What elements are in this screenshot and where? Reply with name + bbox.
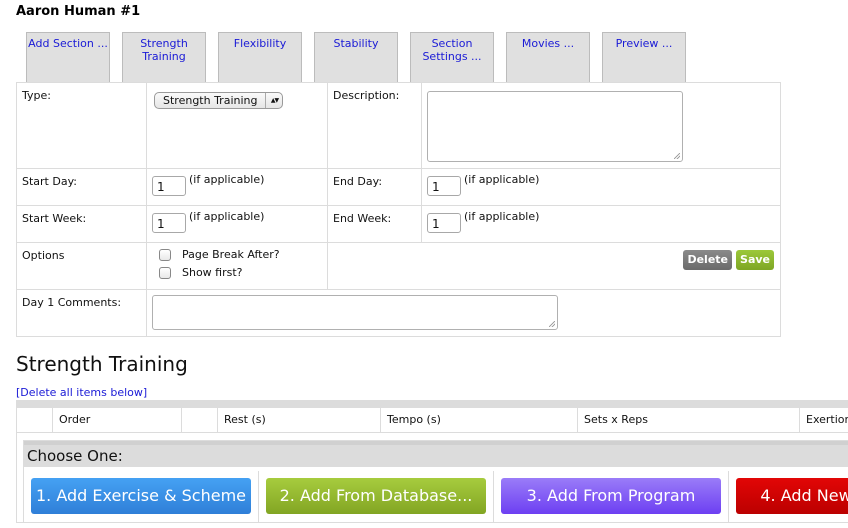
add-from-program-button[interactable]: 3. Add From Program bbox=[501, 478, 721, 514]
start-day-hint: (if applicable) bbox=[189, 173, 265, 186]
column-tempo: Tempo (s) bbox=[380, 408, 577, 432]
choose-one-label: Choose One: bbox=[24, 441, 848, 467]
start-week-hint: (if applicable) bbox=[189, 210, 265, 223]
tab-movies[interactable]: Movies ... bbox=[506, 32, 590, 82]
save-button[interactable]: Save bbox=[736, 250, 774, 270]
divider bbox=[728, 471, 729, 523]
description-textarea[interactable] bbox=[427, 91, 683, 162]
comments-label: Day 1 Comments: bbox=[22, 296, 122, 309]
add-new-button[interactable]: 4. Add New bbox=[736, 478, 848, 514]
column-handle bbox=[16, 408, 52, 432]
tab-flexibility[interactable]: Flexibility bbox=[218, 32, 302, 82]
page-break-label: Page Break After? bbox=[182, 248, 280, 261]
end-week-input[interactable]: 1 bbox=[427, 213, 461, 233]
comments-textarea[interactable] bbox=[152, 295, 558, 330]
choose-one-panel: Choose One: 1. Add Exercise & Scheme 2. … bbox=[23, 440, 848, 523]
show-first-label: Show first? bbox=[182, 266, 243, 279]
section-form: Type: Strength Training ▲▼ Description: … bbox=[16, 82, 781, 337]
add-from-database-button[interactable]: 2. Add From Database... bbox=[266, 478, 486, 514]
column-headers: Order Rest (s) Tempo (s) Sets x Reps Exe… bbox=[16, 408, 848, 433]
delete-all-link[interactable]: [Delete all items below] bbox=[16, 386, 147, 399]
select-arrows-icon: ▲▼ bbox=[265, 93, 282, 108]
add-exercise-scheme-button[interactable]: 1. Add Exercise & Scheme bbox=[31, 478, 251, 514]
type-select-value: Strength Training bbox=[163, 94, 258, 107]
start-week-input[interactable]: 1 bbox=[152, 213, 186, 233]
page-title: Aaron Human #1 bbox=[16, 4, 141, 19]
type-select[interactable]: Strength Training ▲▼ bbox=[154, 92, 284, 109]
column-sets-reps: Sets x Reps bbox=[577, 408, 799, 432]
tab-add-section[interactable]: Add Section ... bbox=[26, 32, 110, 82]
type-label: Type: bbox=[22, 89, 51, 102]
start-day-label: Start Day: bbox=[22, 175, 77, 188]
divider bbox=[493, 471, 494, 523]
delete-button[interactable]: Delete bbox=[683, 250, 733, 270]
column-rest: Rest (s) bbox=[217, 408, 380, 432]
end-day-hint: (if applicable) bbox=[464, 173, 540, 186]
end-week-label: End Week: bbox=[333, 212, 392, 225]
tab-strength-training[interactable]: Strength Training bbox=[122, 32, 206, 82]
start-week-label: Start Week: bbox=[22, 212, 87, 225]
start-day-input[interactable]: 1 bbox=[152, 176, 186, 196]
end-day-label: End Day: bbox=[333, 175, 383, 188]
end-week-hint: (if applicable) bbox=[464, 210, 540, 223]
tab-section-settings[interactable]: Section Settings ... bbox=[410, 32, 494, 82]
description-label: Description: bbox=[333, 89, 400, 102]
options-label: Options bbox=[22, 249, 65, 262]
tab-stability[interactable]: Stability bbox=[314, 32, 398, 82]
column-exertion: Exertion bbox=[799, 408, 848, 432]
column-blank bbox=[181, 408, 217, 432]
show-first-checkbox[interactable] bbox=[159, 266, 171, 279]
divider bbox=[258, 471, 259, 523]
tab-preview[interactable]: Preview ... bbox=[602, 32, 686, 82]
column-order: Order bbox=[52, 408, 181, 432]
end-day-input[interactable]: 1 bbox=[427, 176, 461, 196]
exercise-list: Order Rest (s) Tempo (s) Sets x Reps Exe… bbox=[16, 400, 848, 523]
section-heading: Strength Training bbox=[16, 352, 188, 376]
page-break-checkbox[interactable] bbox=[159, 248, 171, 261]
